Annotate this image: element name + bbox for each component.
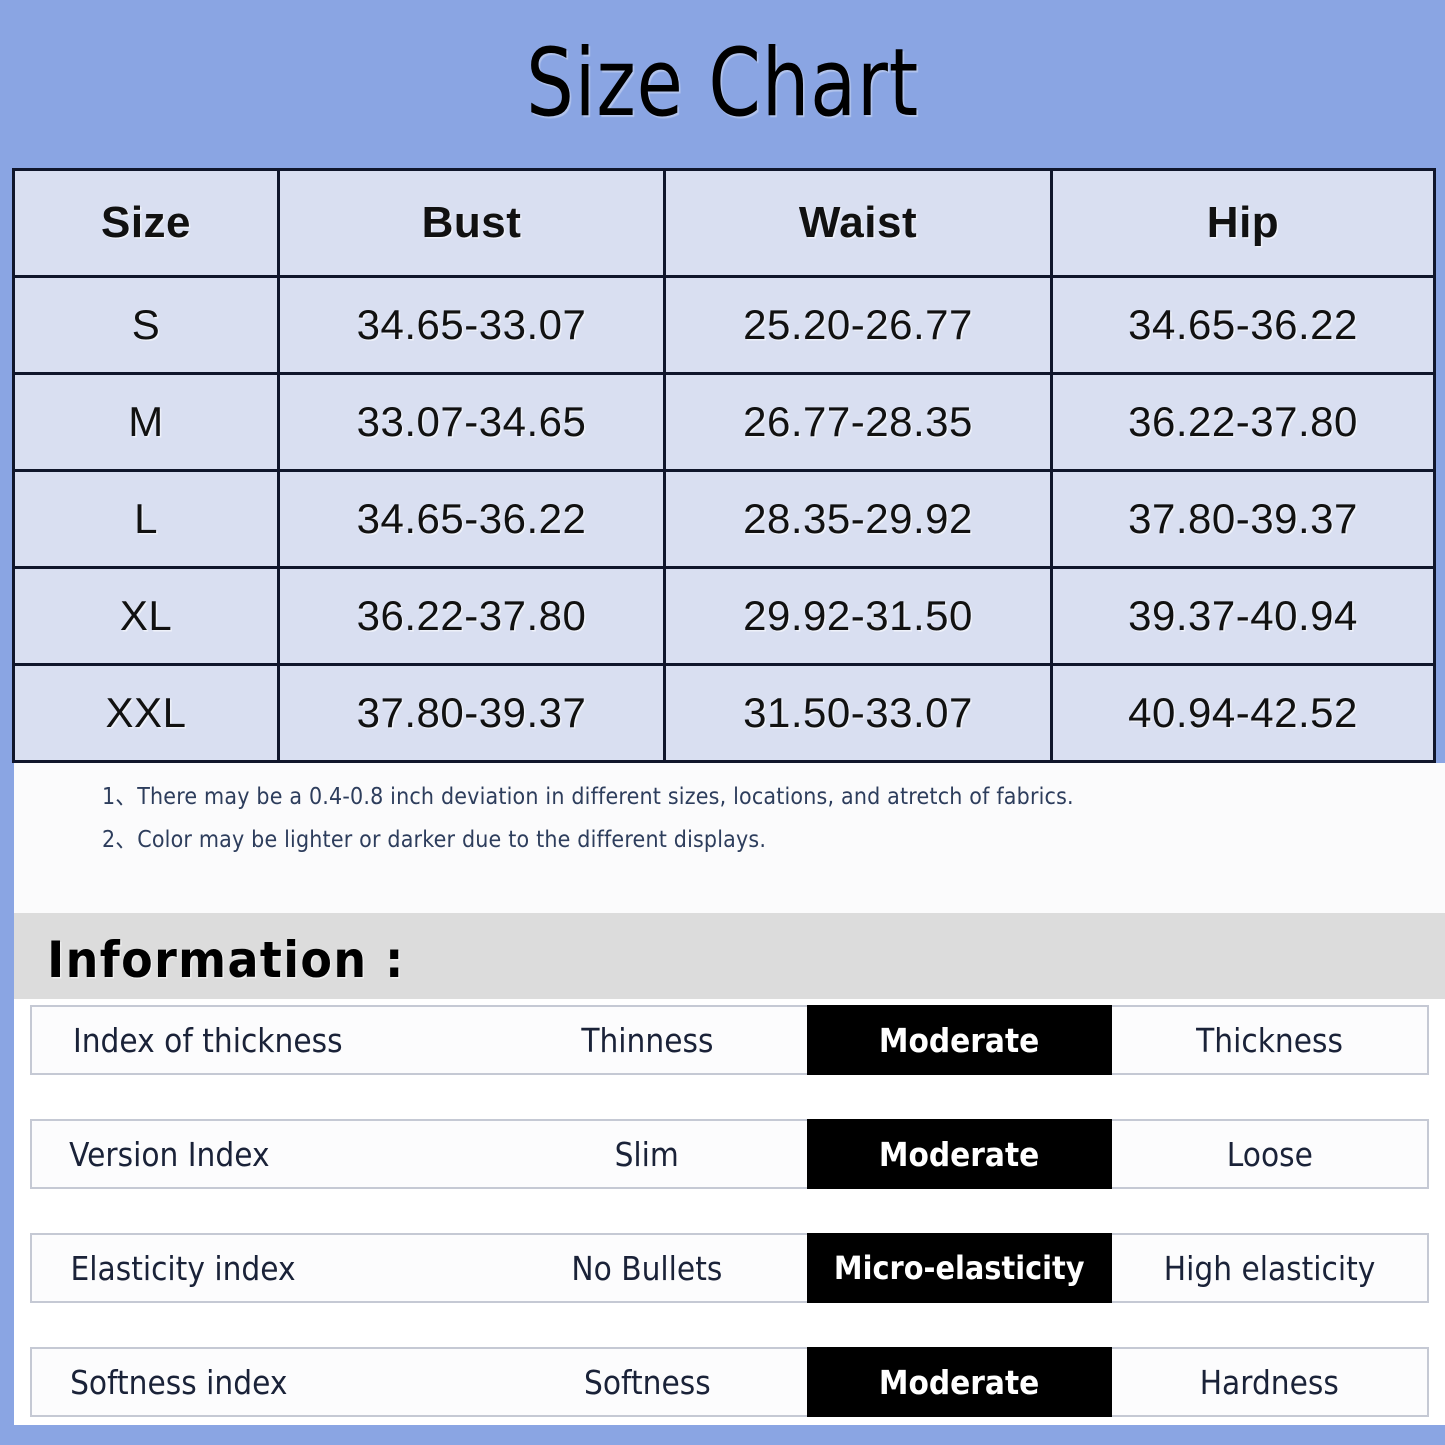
info-option-selected: Micro-elasticity — [807, 1233, 1112, 1303]
note-item: 2、Color may be lighter or darker due to … — [102, 824, 1284, 853]
info-row-elasticity: Elasticity index No Bullets Micro-elasti… — [30, 1233, 1429, 1303]
cell-waist: 28.35-29.92 — [663, 469, 1053, 569]
table-row: M 33.07-34.65 26.77-28.35 36.22-37.80 — [12, 372, 1436, 472]
cell-waist: 29.92-31.50 — [663, 566, 1053, 666]
info-label: Elasticity index — [32, 1235, 487, 1301]
info-label: Index of thickness — [32, 1007, 487, 1073]
note-number: 2、 — [102, 824, 137, 853]
page-title: Size Chart — [526, 29, 919, 138]
notes-panel: 1、There may be a 0.4-0.8 inch deviation … — [14, 763, 1445, 913]
cell-bust: 34.65-36.22 — [277, 469, 666, 569]
info-option-low: Slim — [487, 1121, 807, 1187]
info-option-selected-text: Micro-elasticity — [834, 1249, 1085, 1287]
info-option-low-text: No Bullets — [571, 1248, 723, 1288]
cell-waist: 25.20-26.77 — [663, 275, 1053, 375]
info-option-low-text: Slim — [614, 1134, 680, 1174]
column-header-waist: Waist — [663, 168, 1053, 278]
cell-hip: 37.80-39.37 — [1050, 469, 1436, 569]
size-chart-table: Size Bust Waist Hip S 34.65-33.07 25.20-… — [12, 168, 1436, 763]
info-option-high-text: Thickness — [1196, 1020, 1343, 1060]
info-option-low-text: Softness — [583, 1362, 711, 1402]
cell-waist: 31.50-33.07 — [663, 663, 1053, 763]
table-row: L 34.65-36.22 28.35-29.92 37.80-39.37 — [12, 469, 1436, 569]
info-option-high: Loose — [1112, 1121, 1427, 1187]
info-option-selected-text: Moderate — [879, 1020, 1040, 1060]
cell-hip: 36.22-37.80 — [1050, 372, 1436, 472]
info-option-high-text: Hardness — [1199, 1362, 1340, 1402]
info-option-selected-text: Moderate — [879, 1362, 1040, 1402]
title-banner: Size Chart — [0, 0, 1445, 168]
size-table-container: Size Bust Waist Hip S 34.65-33.07 25.20-… — [12, 168, 1436, 763]
table-row: XL 36.22-37.80 29.92-31.50 39.37-40.94 — [12, 566, 1436, 666]
info-option-high: Thickness — [1112, 1007, 1427, 1073]
info-option-high: Hardness — [1112, 1349, 1427, 1415]
cell-size: S — [12, 275, 280, 375]
note-number: 1、 — [102, 782, 137, 810]
info-option-selected-text: Moderate — [879, 1134, 1040, 1174]
column-header-bust: Bust — [277, 168, 666, 278]
cell-bust: 37.80-39.37 — [277, 663, 666, 763]
info-option-low: Thinness — [487, 1007, 807, 1073]
info-label-text: Softness index — [70, 1362, 288, 1402]
cell-size: XL — [12, 566, 280, 666]
information-heading: Information : — [47, 931, 405, 989]
info-option-low: No Bullets — [487, 1235, 807, 1301]
info-label: Softness index — [32, 1349, 487, 1415]
info-option-high-text: High elasticity — [1163, 1248, 1376, 1288]
info-option-low: Softness — [487, 1349, 807, 1415]
cell-size: XXL — [12, 663, 280, 763]
cell-size: M — [12, 372, 280, 472]
column-header-hip: Hip — [1050, 168, 1436, 278]
note-text: There may be a 0.4-0.8 inch deviation in… — [137, 782, 1074, 810]
info-option-selected: Moderate — [807, 1119, 1112, 1189]
cell-bust: 34.65-33.07 — [277, 275, 666, 375]
note-item: 1、There may be a 0.4-0.8 inch deviation … — [102, 782, 1284, 810]
info-row-thickness: Index of thickness Thinness Moderate Thi… — [30, 1005, 1429, 1075]
info-option-selected: Moderate — [807, 1005, 1112, 1075]
column-header-size: Size — [12, 168, 280, 278]
cell-waist: 26.77-28.35 — [663, 372, 1053, 472]
information-rows: Index of thickness Thinness Moderate Thi… — [14, 999, 1445, 1425]
info-row-version: Version Index Slim Moderate Loose — [30, 1119, 1429, 1189]
note-text: Color may be lighter or darker due to th… — [137, 824, 767, 853]
info-option-low-text: Thinness — [580, 1020, 714, 1060]
cell-hip: 39.37-40.94 — [1050, 566, 1436, 666]
cell-bust: 36.22-37.80 — [277, 566, 666, 666]
info-row-softness: Softness index Softness Moderate Hardnes… — [30, 1347, 1429, 1417]
cell-bust: 33.07-34.65 — [277, 372, 666, 472]
cell-hip: 34.65-36.22 — [1050, 275, 1436, 375]
info-label-text: Version Index — [69, 1134, 270, 1174]
info-option-high: High elasticity — [1112, 1235, 1427, 1301]
table-row: XXL 37.80-39.37 31.50-33.07 40.94-42.52 — [12, 663, 1436, 763]
info-label: Version Index — [32, 1121, 487, 1187]
info-option-high-text: Loose — [1226, 1134, 1313, 1174]
table-row: S 34.65-33.07 25.20-26.77 34.65-36.22 — [12, 275, 1436, 375]
info-label-text: Index of thickness — [72, 1020, 343, 1060]
info-option-selected: Moderate — [807, 1347, 1112, 1417]
information-section: Information : Index of thickness Thinnes… — [14, 913, 1445, 1425]
cell-size: L — [12, 469, 280, 569]
info-label-text: Elasticity index — [70, 1248, 296, 1288]
table-header-row: Size Bust Waist Hip — [12, 168, 1436, 278]
cell-hip: 40.94-42.52 — [1050, 663, 1436, 763]
